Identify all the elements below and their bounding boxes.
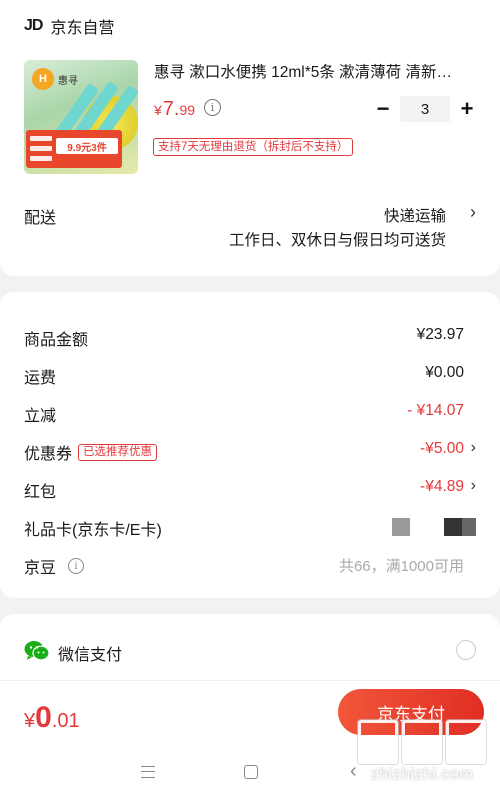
chevron-right-icon[interactable]: › bbox=[470, 202, 476, 223]
coupon-value: -¥5.00 bbox=[420, 440, 464, 457]
menu-icon[interactable] bbox=[141, 766, 155, 778]
coupon-badge: 已选推荐优惠 bbox=[78, 443, 158, 461]
order-card: JD 京东自营 H 惠寻 9.9元3件 惠寻 漱口水便携 12ml*5条 漱清薄… bbox=[0, 0, 500, 276]
discount-value: - ¥14.07 bbox=[407, 402, 464, 419]
summary-row-discount: 立减 - ¥14.07 bbox=[24, 402, 476, 426]
chevron-right-icon[interactable]: › bbox=[471, 439, 476, 457]
wechat-icon bbox=[24, 641, 50, 661]
summary-row-freight: 运费 ¥0.00 bbox=[24, 364, 476, 388]
brand-logo-icon: H bbox=[32, 68, 54, 90]
total-amount: ¥ 0 .01 bbox=[24, 701, 80, 735]
quantity-stepper: − 3 + bbox=[372, 96, 478, 122]
wechat-pay-label[interactable]: 微信支付 bbox=[58, 641, 122, 665]
quantity-input[interactable]: 3 bbox=[400, 96, 450, 122]
promo-line bbox=[30, 156, 52, 161]
chevron-right-icon[interactable]: › bbox=[471, 477, 476, 495]
store-header: JD 京东自营 bbox=[24, 14, 114, 38]
summary-row-coupon[interactable]: 优惠券 已选推荐优惠 -¥5.00 › bbox=[24, 439, 476, 464]
promo-line bbox=[30, 146, 52, 151]
shipping-time: 工作日、双休日与假日均可送货 bbox=[228, 232, 446, 249]
price-integer: 7. bbox=[162, 98, 180, 120]
system-nav-bar: ‹ bbox=[0, 744, 500, 804]
back-icon[interactable]: ‹ bbox=[350, 760, 357, 783]
goods-amount-label: 商品金额 bbox=[24, 332, 89, 349]
jd-bean-value: 共66，满1000可用 bbox=[338, 558, 464, 575]
price-info-icon[interactable]: i bbox=[204, 99, 221, 116]
promo-line bbox=[30, 136, 52, 141]
summary-row-jdbean: 京豆 i 共66，满1000可用 bbox=[24, 554, 476, 578]
jd-bean-label-group: 京豆 i bbox=[24, 554, 85, 578]
decrease-button[interactable]: − bbox=[372, 96, 394, 121]
checkout-bar: ¥ 0 .01 京东支付 bbox=[0, 680, 500, 744]
jd-bean-label: 京豆 bbox=[24, 560, 57, 577]
summary-row-giftcard[interactable]: 礼品卡(京东卡/E卡) bbox=[24, 516, 476, 540]
store-name: 京东自营 bbox=[50, 20, 115, 37]
wechat-pay-radio[interactable] bbox=[456, 640, 476, 660]
jd-bean-info-icon[interactable]: i bbox=[68, 558, 85, 574]
brand-name: 惠寻 bbox=[58, 76, 78, 87]
promo-tag: 9.9元3件 bbox=[56, 138, 118, 154]
home-icon[interactable] bbox=[244, 765, 258, 779]
coupon-label: 优惠券 bbox=[24, 446, 73, 463]
return-policy-tag: 支持7天无理由退货（拆封后不支持） bbox=[153, 138, 354, 156]
red-packet-value: -¥4.89 bbox=[420, 478, 464, 495]
increase-button[interactable]: + bbox=[456, 96, 478, 121]
summary-row-redpacket[interactable]: 红包 -¥4.89 › bbox=[24, 477, 476, 502]
product-title[interactable]: 惠寻 漱口水便携 12ml*5条 漱清薄荷 清新… bbox=[154, 60, 474, 82]
product-image[interactable]: H 惠寻 9.9元3件 bbox=[24, 60, 138, 174]
red-packet-label: 红包 bbox=[24, 484, 57, 501]
total-currency: ¥ bbox=[24, 710, 36, 732]
gift-card-redacted bbox=[392, 518, 476, 536]
total-decimal: .01 bbox=[51, 710, 80, 732]
goods-amount-value: ¥23.97 bbox=[416, 326, 464, 343]
freight-label: 运费 bbox=[24, 370, 57, 387]
gift-card-label: 礼品卡(京东卡/E卡) bbox=[24, 522, 162, 539]
product-price: ¥ 7. 99 bbox=[154, 98, 195, 121]
price-currency: ¥ bbox=[154, 102, 162, 118]
discount-label: 立减 bbox=[24, 408, 57, 425]
summary-row-goods: 商品金额 ¥23.97 bbox=[24, 326, 476, 350]
total-integer: 0 bbox=[35, 701, 52, 734]
freight-value: ¥0.00 bbox=[425, 364, 464, 381]
coupon-label-group: 优惠券 已选推荐优惠 bbox=[24, 440, 158, 464]
shipping-label: 配送 bbox=[24, 210, 57, 227]
jd-pay-button[interactable]: 京东支付 bbox=[338, 689, 484, 735]
jd-logo: JD bbox=[24, 17, 43, 34]
price-decimal: 99 bbox=[179, 102, 196, 118]
shipping-method[interactable]: 快递运输 bbox=[384, 204, 446, 226]
price-summary-card: 商品金额 ¥23.97 运费 ¥0.00 立减 - ¥14.07 优惠券 已选推… bbox=[0, 292, 500, 598]
